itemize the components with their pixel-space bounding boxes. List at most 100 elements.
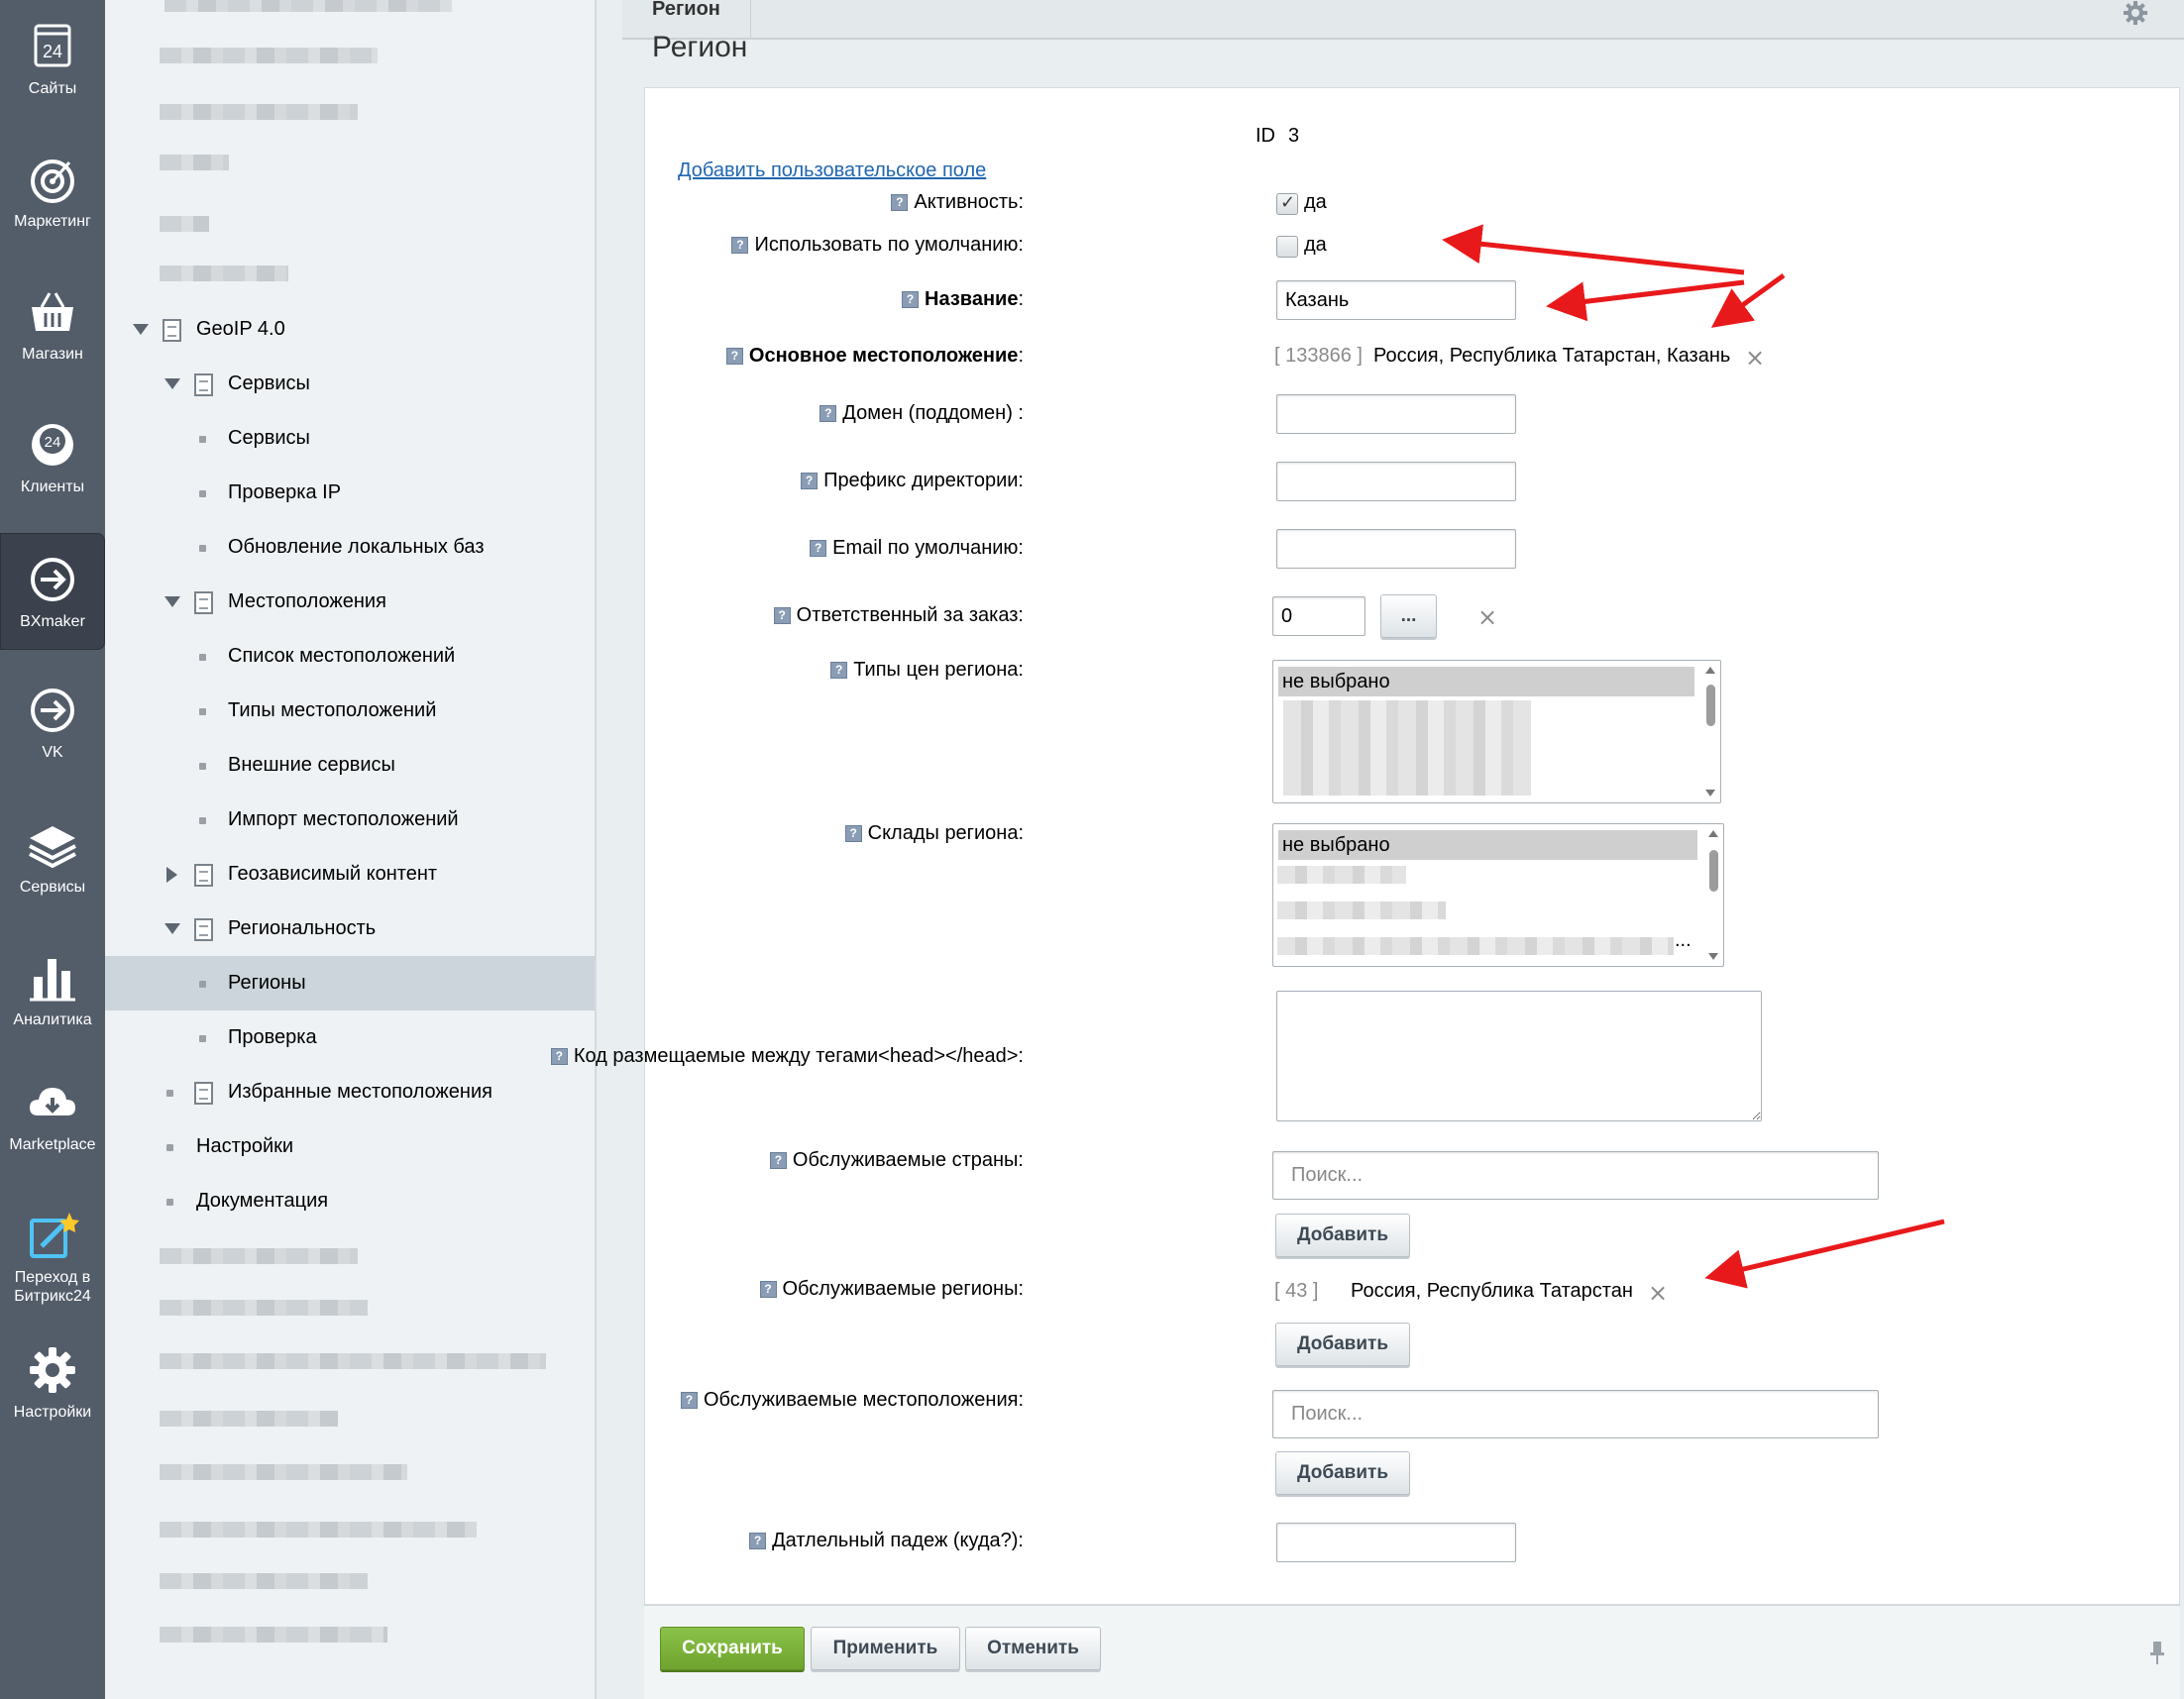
cancel-button[interactable]: Отменить <box>965 1627 1101 1670</box>
rail-item-vk[interactable]: VK <box>0 664 105 781</box>
rail-item-marketplace[interactable]: Marketplace <box>0 1056 105 1173</box>
gear-icon[interactable] <box>2123 0 2148 26</box>
tree-item-documentation[interactable]: Документация <box>105 1174 595 1228</box>
rail-item-sites[interactable]: 24 Сайты <box>0 0 105 117</box>
help-icon[interactable]: ? <box>819 405 837 422</box>
tree-item-settings[interactable]: Настройки <box>105 1119 595 1174</box>
help-icon[interactable]: ? <box>550 1048 568 1065</box>
domain-input[interactable] <box>1276 394 1516 434</box>
locations-search-input[interactable]: Поиск... <box>1272 1390 1879 1438</box>
tree-item-locations-group[interactable]: Местоположения <box>105 575 595 629</box>
tree-item-geoip[interactable]: GeoIP 4.0 <box>105 302 595 357</box>
save-button[interactable]: Сохранить <box>660 1627 805 1670</box>
scroll-up-icon[interactable] <box>1708 830 1718 837</box>
responsible-input[interactable]: 0 <box>1272 596 1365 636</box>
help-icon[interactable]: ? <box>891 194 909 211</box>
help-icon[interactable]: ? <box>749 1533 767 1549</box>
add-location-button[interactable]: Добавить <box>1275 1451 1410 1495</box>
help-icon[interactable]: ? <box>680 1392 698 1409</box>
rail-item-services[interactable]: Сервисы <box>0 798 105 915</box>
tree-item-update-bases[interactable]: Обновление локальных баз <box>105 520 595 575</box>
stores-label-row: ? Склады региона: <box>844 822 1024 845</box>
scroll-up-icon[interactable] <box>1705 667 1715 674</box>
pin-icon[interactable] <box>2148 1640 2166 1665</box>
name-input[interactable]: Казань <box>1276 280 1516 320</box>
tree-item-check[interactable]: Проверка <box>105 1010 595 1065</box>
rail-item-analytics[interactable]: Аналитика <box>0 931 105 1048</box>
price-types-option-none[interactable]: не выбрано <box>1278 667 1694 696</box>
help-icon[interactable]: ? <box>801 473 819 489</box>
rail-item-marketing[interactable]: Маркетинг <box>0 133 105 250</box>
prefix-input[interactable] <box>1276 462 1516 501</box>
document-icon <box>194 591 213 614</box>
tree-item-label: Внешние сервисы <box>228 754 395 776</box>
rail-label: Аналитика <box>13 1011 92 1028</box>
chevron-down-icon[interactable] <box>164 596 180 607</box>
apply-button[interactable]: Применить <box>811 1627 960 1670</box>
tree-item-regionality[interactable]: Региональность <box>105 902 595 956</box>
stores-multiselect[interactable]: не выбрано ... <box>1272 823 1724 967</box>
rail-item-bitrix24[interactable]: Переход в Битрикс24 <box>0 1189 105 1327</box>
rail-item-bxmaker[interactable]: BXmaker <box>0 533 105 650</box>
help-icon[interactable]: ? <box>759 1281 777 1298</box>
tree-item-regions[interactable]: Регионы <box>105 956 595 1010</box>
price-types-multiselect[interactable]: не выбрано <box>1272 660 1721 803</box>
tree-item-location-list[interactable]: Список местоположений <box>105 629 595 684</box>
chevron-down-icon[interactable] <box>133 324 149 335</box>
tree-item-favorite-locations[interactable]: Избранные местоположения <box>105 1065 595 1119</box>
blurred-options <box>1283 700 1531 796</box>
remove-location-icon[interactable]: × <box>1745 346 1765 370</box>
active-checkbox[interactable] <box>1276 192 1298 215</box>
rail-item-settings[interactable]: Настройки <box>0 1324 105 1440</box>
dative-input[interactable] <box>1276 1523 1516 1562</box>
help-icon[interactable]: ? <box>773 607 791 624</box>
countries-search-input[interactable]: Поиск... <box>1272 1151 1879 1200</box>
chevron-down-icon[interactable] <box>164 378 180 389</box>
rail-item-clients[interactable]: 24 Клиенты <box>0 398 105 515</box>
scroll-thumb[interactable] <box>1706 685 1715 726</box>
default-checkbox[interactable] <box>1276 236 1298 258</box>
tree-item-location-types[interactable]: Типы местоположений <box>105 684 595 738</box>
remove-region-icon[interactable]: × <box>1648 1281 1668 1305</box>
add-region-button[interactable]: Добавить <box>1275 1323 1410 1366</box>
help-icon[interactable]: ? <box>830 662 848 679</box>
default-label-row: ? Использовать по умолчанию: <box>731 234 1024 257</box>
tree-item-external-services[interactable]: Внешние сервисы <box>105 738 595 793</box>
stores-option-none[interactable]: не выбрано <box>1278 830 1697 860</box>
tree-item-label: Местоположения <box>228 590 386 612</box>
tree-item-ip-check[interactable]: Проверка IP <box>105 466 595 520</box>
scroll-down-icon[interactable] <box>1708 953 1718 960</box>
edit-star-icon <box>30 1213 79 1258</box>
help-icon[interactable]: ? <box>844 825 862 842</box>
head-code-textarea[interactable] <box>1276 991 1762 1121</box>
add-user-field-link[interactable]: Добавить пользовательское поле <box>678 159 986 182</box>
tree-item-label: Региональность <box>228 917 377 939</box>
remove-responsible-icon[interactable]: × <box>1477 605 1497 629</box>
scroll-thumb[interactable] <box>1709 850 1718 892</box>
tree-item-services[interactable]: Сервисы <box>105 411 595 466</box>
add-country-button[interactable]: Добавить <box>1275 1214 1410 1257</box>
help-icon[interactable]: ? <box>731 237 749 254</box>
scrollbar[interactable] <box>1702 665 1718 798</box>
scrollbar[interactable] <box>1705 828 1721 962</box>
help-icon[interactable]: ? <box>725 348 743 365</box>
email-input[interactable] <box>1276 529 1516 569</box>
target-icon <box>31 159 74 203</box>
tree-item-geo-content[interactable]: Геозависимый контент <box>105 847 595 902</box>
blurred-menu-item <box>160 265 288 281</box>
rail-item-shop[interactable]: Магазин <box>0 265 105 382</box>
tree-item-services-group[interactable]: Сервисы <box>105 357 595 411</box>
chevron-down-icon[interactable] <box>164 923 180 934</box>
responsible-select-button[interactable]: ... <box>1380 594 1437 638</box>
help-icon[interactable]: ? <box>769 1152 787 1169</box>
scroll-down-icon[interactable] <box>1705 790 1715 796</box>
chevron-right-icon[interactable] <box>166 867 177 883</box>
document-icon <box>163 319 181 342</box>
bullet-icon <box>199 654 206 661</box>
tree-item-location-import[interactable]: Импорт местоположений <box>105 793 595 847</box>
tree-item-label: Настройки <box>196 1135 294 1157</box>
location-value: Россия, Республика Татарстан, Казань <box>1373 345 1731 367</box>
help-icon[interactable]: ? <box>810 540 827 557</box>
help-icon[interactable]: ? <box>902 291 920 308</box>
price-types-label-row: ? Типы цен региона: <box>830 659 1024 682</box>
